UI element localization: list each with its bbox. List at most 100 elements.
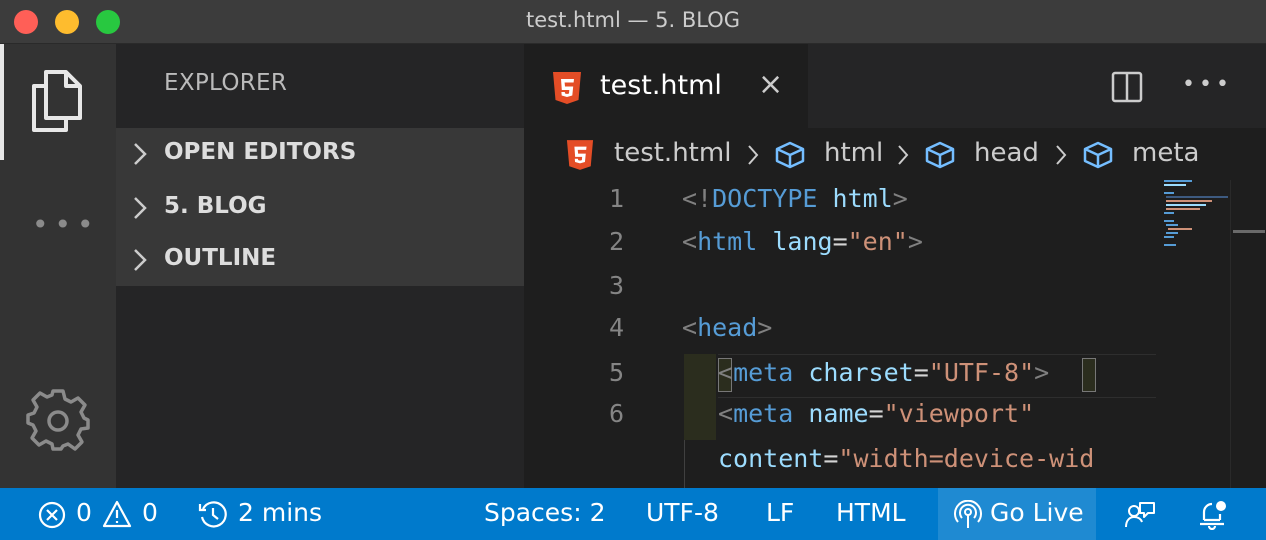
code-token: charset — [808, 358, 914, 387]
code-token: > — [1034, 358, 1050, 387]
code-token: name — [808, 399, 869, 428]
more-icon[interactable]: ••• — [32, 210, 94, 240]
code-token: = — [868, 399, 884, 428]
code-token: "UTF-8" — [928, 358, 1035, 387]
minimap[interactable] — [1160, 180, 1230, 270]
section-label: OUTLINE — [164, 245, 277, 271]
code-token: content — [718, 444, 824, 473]
line-number: 4 — [608, 313, 624, 342]
line-number: 6 — [608, 399, 624, 428]
status-bar: 0 0 2 mins Spaces: 2 UTF-8 LF HTML Go Li… — [0, 488, 1266, 540]
explorer-title: EXPLORER — [164, 70, 288, 96]
chevron-right-icon — [748, 145, 759, 165]
editor-area: test.html × ••• test.html html head meta… — [524, 44, 1266, 488]
scrollbar-thumb[interactable] — [1233, 230, 1265, 233]
bracket-match-close — [1082, 358, 1096, 392]
eol-status[interactable]: LF — [766, 498, 794, 527]
code-line-6[interactable]: <meta name="viewport" — [718, 399, 1034, 428]
history-icon[interactable] — [198, 500, 228, 530]
tabs-bar: test.html × ••• — [524, 44, 1266, 128]
code-line-5[interactable]: <meta charset="UTF-8"> — [718, 358, 1049, 387]
feedback-icon[interactable] — [1124, 500, 1156, 530]
warning-icon[interactable] — [102, 500, 132, 528]
go-live-button[interactable]: Go Live — [938, 488, 1096, 540]
language-mode[interactable]: HTML — [836, 498, 906, 527]
section-label: 5. BLOG — [164, 193, 267, 219]
code-token: "width=device-wid — [838, 444, 1095, 473]
error-count[interactable]: 0 — [76, 498, 92, 527]
more-actions-icon[interactable]: ••• — [1182, 68, 1229, 102]
explorer-sections: OPEN EDITORS 5. BLOG OUTLINE — [116, 128, 524, 286]
html5-icon — [553, 72, 581, 104]
symbol-element-icon — [925, 141, 955, 169]
gear-icon[interactable] — [26, 388, 90, 452]
chevron-right-icon — [134, 197, 147, 219]
files-icon[interactable] — [28, 68, 86, 134]
code-token: < — [718, 358, 734, 387]
explorer-sidebar: EXPLORER OPEN EDITORS 5. BLOG OUTLINE — [116, 44, 524, 488]
chevron-right-icon — [898, 145, 909, 165]
breadcrumb-item-meta[interactable]: meta — [1132, 138, 1199, 168]
code-token: "en" — [847, 227, 908, 256]
broadcast-icon — [954, 500, 982, 528]
indentation-status[interactable]: Spaces: 2 — [484, 498, 605, 527]
code-token: > — [757, 313, 773, 342]
code-token: meta — [733, 358, 794, 387]
code-token: = — [913, 358, 929, 387]
notification-bell-icon[interactable] — [1196, 498, 1228, 530]
line-number: 1 — [608, 184, 624, 213]
line-number: 5 — [608, 358, 624, 387]
code-token: html — [832, 184, 893, 213]
code-token: = — [823, 444, 839, 473]
section-open-editors[interactable]: OPEN EDITORS — [116, 128, 524, 180]
title-bar: test.html — 5. BLOG — [0, 0, 1266, 44]
code-token: html — [697, 227, 758, 256]
code-line-4[interactable]: <head> — [682, 313, 772, 342]
code-token: DOCTYPE — [712, 184, 818, 213]
encoding-status[interactable]: UTF-8 — [646, 498, 719, 527]
code-line-6-wrapped[interactable]: content="width=device-wid — [718, 444, 1094, 473]
code-line-2[interactable]: <html lang="en"> — [682, 227, 923, 256]
activity-bar: ••• — [0, 44, 116, 488]
line-number: 3 — [608, 271, 624, 300]
code-token: < — [682, 313, 698, 342]
breadcrumb: test.html html head meta — [524, 134, 1266, 174]
warning-count[interactable]: 0 — [142, 498, 158, 527]
tab-label: test.html — [600, 70, 722, 101]
breadcrumb-item-head[interactable]: head — [974, 138, 1039, 168]
indent-guide — [684, 440, 685, 488]
split-editor-icon[interactable] — [1110, 70, 1144, 104]
code-token: head — [697, 313, 758, 342]
code-line-1[interactable]: <!DOCTYPE html> — [682, 184, 908, 213]
chevron-right-icon — [134, 249, 147, 271]
section-blog[interactable]: 5. BLOG — [116, 182, 524, 234]
breadcrumb-item-file[interactable]: test.html — [614, 138, 731, 168]
tab-test-html[interactable]: test.html × — [524, 44, 808, 128]
code-token: < — [718, 399, 734, 428]
code-token: <! — [682, 184, 713, 213]
code-token: = — [832, 227, 848, 256]
window-title: test.html — 5. BLOG — [525, 8, 741, 32]
time-tracker[interactable]: 2 mins — [238, 498, 322, 527]
html5-icon — [566, 140, 594, 170]
code-token: lang — [772, 227, 833, 256]
active-indicator — [0, 44, 4, 160]
section-outline[interactable]: OUTLINE — [116, 234, 524, 286]
go-live-label: Go Live — [990, 498, 1084, 527]
close-tab-icon[interactable]: × — [758, 70, 783, 100]
error-icon[interactable] — [38, 501, 66, 529]
vertical-scrollbar[interactable] — [1230, 180, 1266, 488]
breadcrumb-item-html[interactable]: html — [824, 138, 883, 168]
line-number: 2 — [608, 227, 624, 256]
code-token: "viewport" — [883, 399, 1035, 428]
symbol-element-icon — [1083, 141, 1113, 169]
code-token: < — [682, 227, 698, 256]
code-token: > — [907, 227, 923, 256]
section-label: OPEN EDITORS — [164, 139, 357, 165]
chevron-right-icon — [1056, 145, 1067, 165]
code-token: meta — [733, 399, 794, 428]
